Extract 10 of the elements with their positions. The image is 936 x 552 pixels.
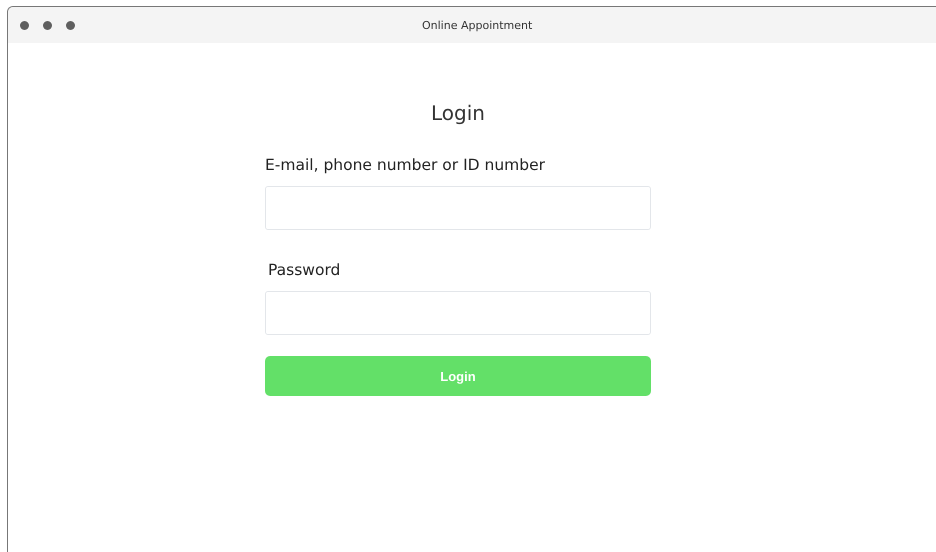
field-label: Password bbox=[268, 260, 340, 280]
window-control-icon[interactable] bbox=[66, 20, 75, 30]
login-button[interactable]: Login bbox=[265, 356, 651, 396]
window-title: Online Appointment bbox=[422, 18, 532, 32]
form-title: Login bbox=[430, 100, 486, 127]
field-label: E-mail, phone number or ID number bbox=[265, 155, 546, 175]
input-field[interactable] bbox=[265, 186, 651, 230]
window-control-icon[interactable] bbox=[43, 20, 52, 30]
window-control-icon[interactable] bbox=[20, 20, 29, 30]
input-field[interactable] bbox=[265, 291, 651, 335]
